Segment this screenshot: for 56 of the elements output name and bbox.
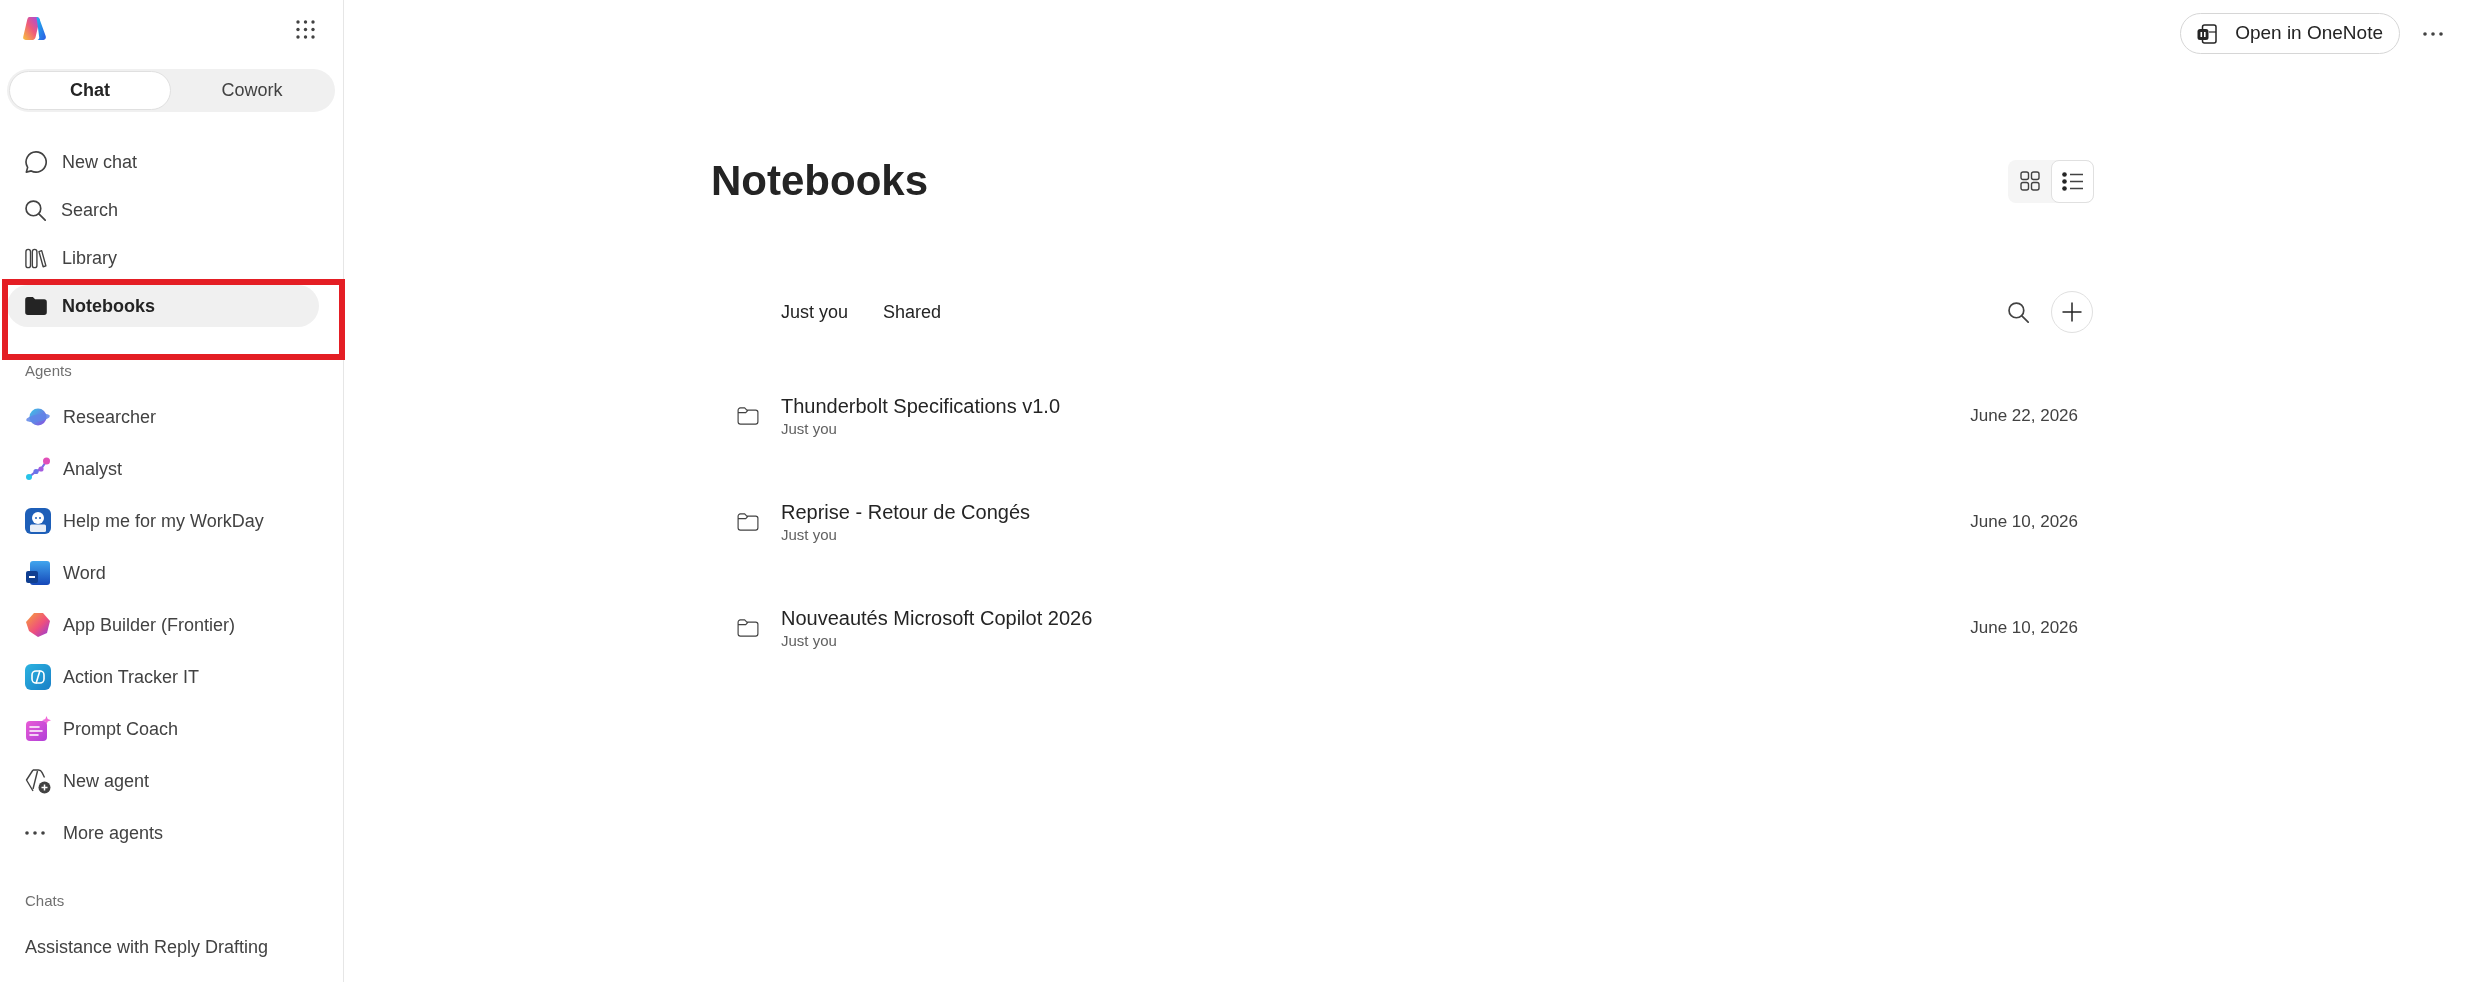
notebook-title[interactable]: Nouveautés Microsoft Copilot 2026 [781,605,1093,631]
sharing-label: Just you [781,631,837,651]
sidebar-item[interactable]: Library [7,237,319,279]
chat-bubble-icon [25,151,47,173]
list-view-button[interactable] [2051,159,2094,203]
app-logo-icon [22,16,47,41]
agent-add-icon [25,768,51,794]
document-icon [25,560,51,586]
open-in-app-button[interactable]: Open in OneNote [2180,13,2400,54]
robot-avatar-icon [25,508,51,534]
search-icon [25,199,46,221]
more-options-icon[interactable] [2423,31,2443,36]
agent-item[interactable]: Word [0,547,116,599]
sharing-label: Just you [781,525,837,545]
agent-item[interactable]: Action Tracker IT [0,651,210,703]
grid-icon [2019,171,2040,191]
sidebar-item[interactable]: Notebooks [7,285,319,327]
agent-item[interactable]: Researcher [0,391,167,443]
agent-item[interactable]: More agents [0,807,174,859]
books-icon [25,247,47,269]
search-icon[interactable] [2008,301,2029,323]
connected-dots-icon [25,456,51,482]
sharing-label: Just you [781,419,837,439]
note-sparkle-icon [25,716,51,742]
agent-item[interactable]: Help me for my WorkDay [0,495,274,547]
date-label: June 10, 2026 [1970,511,2078,534]
plus-icon [2062,302,2082,322]
add-button[interactable] [2051,291,2093,333]
folder-icon [737,407,759,425]
folder-icon [737,619,759,637]
agent-item[interactable]: App Builder (Frontier) [0,599,246,651]
notebook-title[interactable]: Reprise - Retour de Congés [781,499,1030,525]
slash-tile-icon [25,664,51,690]
mode-tab[interactable]: Chat [9,71,171,110]
gem-icon [25,612,51,638]
date-label: June 22, 2026 [1970,405,2078,428]
chat-item[interactable]: Assistance with Reply Drafting [0,921,279,973]
agent-item[interactable]: New agent [0,755,160,807]
list-icon [2062,171,2083,191]
filter-tab[interactable]: Shared [883,292,942,332]
agent-item[interactable]: Analyst [0,443,133,495]
mode-tab[interactable]: Cowork [171,71,333,110]
note-app-icon [2197,23,2218,44]
dot-grid-icon[interactable] [296,20,315,39]
agent-item[interactable]: Prompt Coach [0,703,189,755]
section-label: Chats [24,891,65,911]
page-title: Notebooks [711,156,928,206]
notebook-title[interactable]: Thunderbolt Specifications v1.0 [781,393,1061,419]
date-label: June 10, 2026 [1970,617,2078,640]
ellipsis-icon [25,831,45,835]
sidebar-item[interactable]: New chat [7,141,319,183]
folder-icon [737,513,759,531]
filter-tab[interactable]: Just you [781,292,849,332]
sidebar-item[interactable]: Search [7,189,319,231]
folder-icon [25,297,47,315]
section-label: Agents [24,361,72,381]
